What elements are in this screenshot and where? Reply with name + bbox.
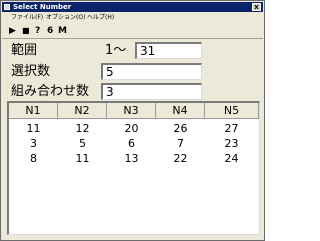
toolbar: ▶ ■ ? 6 M [2,24,263,38]
m-button[interactable]: M [58,24,67,38]
menu-bar: ファイル(F) オプション(O) ヘルプ(H) [2,13,263,23]
count-input[interactable]: 5 [101,63,202,80]
count-label: 選択数 [11,64,51,79]
six-button[interactable]: 6 [47,24,53,38]
help-icon[interactable]: ? [35,24,40,38]
menu-options[interactable]: オプション(O) [46,13,85,23]
table-cell: 26 [173,122,188,135]
combination-input[interactable]: 3 [101,83,202,100]
table-cell: 8 [30,152,37,165]
column-header-n4[interactable]: N4 [156,103,205,119]
close-button[interactable]: x [252,3,261,11]
table-cell: 11 [26,122,41,135]
column-header-n3[interactable]: N3 [107,103,156,119]
range-max-input[interactable]: 31 [135,42,202,59]
table-cell: 5 [79,137,86,150]
table-cell: 7 [177,137,184,150]
table-cell: 24 [224,152,239,165]
range-prefix: 1〜 [105,43,127,58]
table-cell: 13 [124,152,139,165]
results-list[interactable]: N1 N2 N3 N4 N5 11 12 20 26 27 3 5 6 7 23… [7,101,260,235]
toolbar-separator [2,38,263,39]
combination-label: 組み合わせ数 [11,84,90,99]
window-title: Select Number [13,3,72,11]
table-cell: 12 [75,122,90,135]
menu-file[interactable]: ファイル(F) [11,13,43,23]
save-icon[interactable]: ■ [22,24,30,38]
column-header-n5[interactable]: N5 [205,103,259,119]
range-label: 範囲 [11,43,38,58]
table-cell: 23 [224,137,239,150]
column-header-n1[interactable]: N1 [9,103,58,119]
app-window: Select Number x ファイル(F) オプション(O) ヘルプ(H) … [0,0,265,241]
table-cell: 22 [173,152,188,165]
app-icon [4,4,10,10]
title-bar[interactable]: Select Number x [2,2,263,12]
table-cell: 6 [128,137,135,150]
table-cell: 27 [224,122,239,135]
table-cell: 11 [75,152,90,165]
table-cell: 3 [30,137,37,150]
play-icon[interactable]: ▶ [9,24,16,38]
menu-help[interactable]: ヘルプ(H) [87,13,114,23]
table-cell: 20 [124,122,139,135]
column-header-n2[interactable]: N2 [58,103,107,119]
